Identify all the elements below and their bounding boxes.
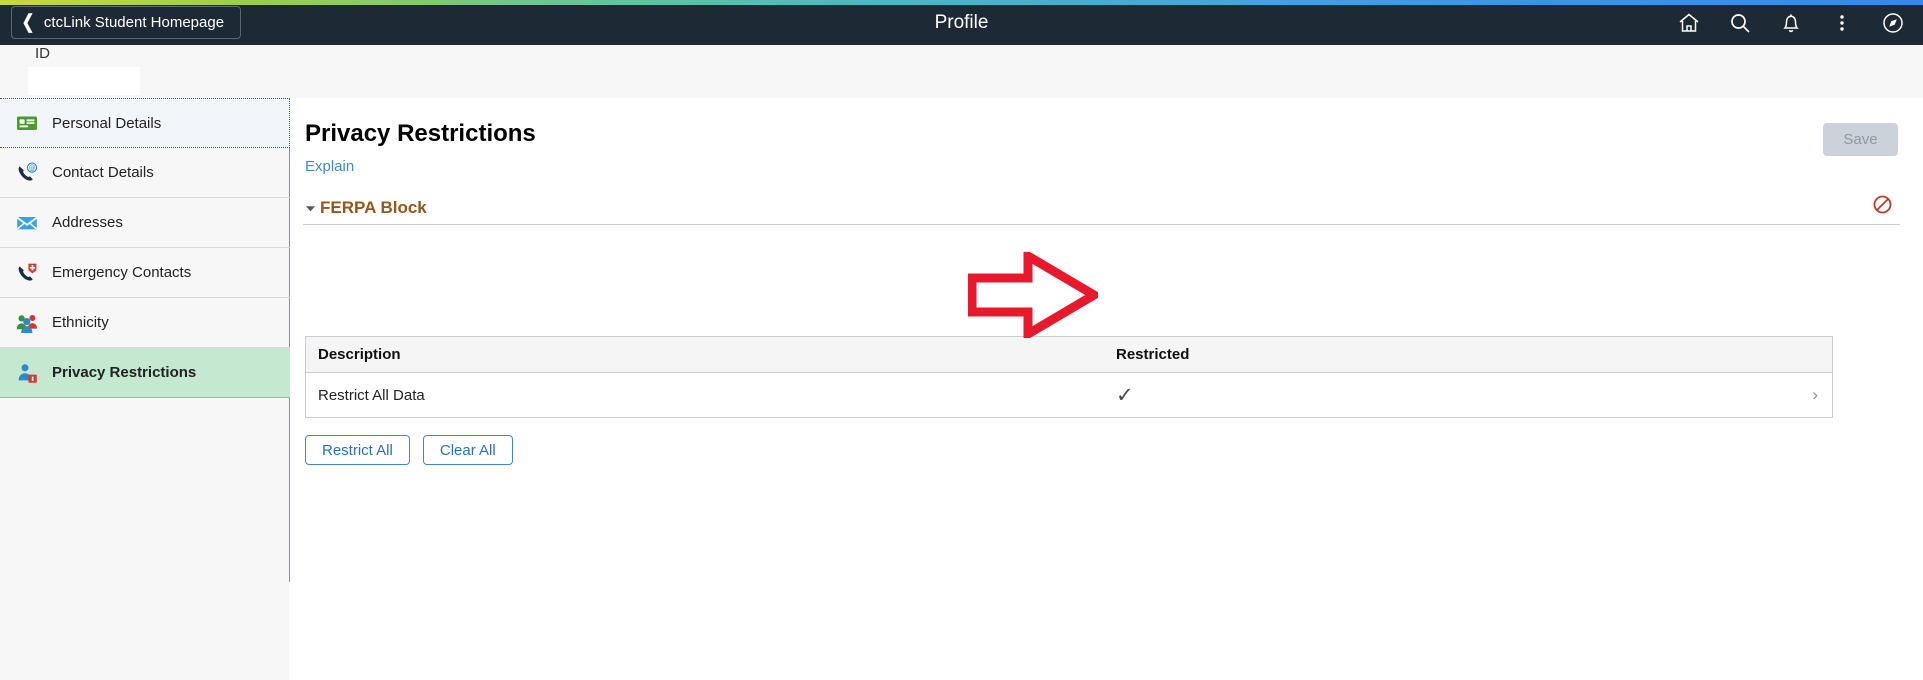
- restricted-checkmark: ✓: [1116, 383, 1134, 407]
- sidebar-item-privacy-restrictions[interactable]: Privacy Restrictions: [0, 348, 290, 398]
- compass-navigator-icon[interactable]: [1880, 10, 1905, 35]
- sidebar-item-label: Contact Details: [52, 164, 154, 181]
- chevron-right-icon[interactable]: ›: [1812, 385, 1818, 405]
- save-button[interactable]: Save: [1823, 123, 1898, 156]
- sidebar-item-label: Ethnicity: [52, 314, 109, 331]
- chevron-left-icon: ❮: [21, 12, 35, 33]
- home-icon[interactable]: [1676, 10, 1701, 35]
- ferpa-section-label[interactable]: FERPA Block: [320, 198, 427, 218]
- id-card-icon: [14, 110, 40, 136]
- sidebar-item-label: Addresses: [52, 214, 123, 231]
- prohibited-icon: [1872, 194, 1894, 216]
- sidebar-item-emergency-contacts[interactable]: Emergency Contacts: [0, 248, 290, 298]
- notifications-bell-icon[interactable]: [1778, 10, 1803, 35]
- action-button-group: Restrict All Clear All: [305, 435, 513, 465]
- phone-medical-icon: [14, 260, 40, 286]
- privacy-restrictions-table: Description Restricted Restrict All Data…: [305, 336, 1833, 418]
- sidebar-item-label: Emergency Contacts: [52, 264, 192, 281]
- search-icon[interactable]: [1727, 10, 1752, 35]
- back-to-homepage-button[interactable]: ❮ ctcLink Student Homepage: [11, 6, 242, 39]
- table-row[interactable]: Restrict All Data ✓ ›: [306, 373, 1832, 417]
- sidebar-item-label: Personal Details: [52, 114, 162, 132]
- sidebar-item-ethnicity[interactable]: Ethnicity: [0, 298, 290, 348]
- people-group-icon: [14, 310, 40, 336]
- id-bar: ID: [0, 45, 1923, 98]
- profile-sidebar-nav: Personal Details @ Contact Details Addre…: [0, 98, 290, 680]
- sidebar-item-personal-details[interactable]: Personal Details: [0, 98, 290, 148]
- sidebar-empty-area: [0, 497, 289, 680]
- envelope-icon: [14, 210, 40, 236]
- cell-restricted: ✓: [1116, 385, 1832, 406]
- page-header-title: Profile: [934, 11, 989, 33]
- id-value-redacted: [28, 67, 140, 95]
- main-content-panel: Privacy Restrictions Explain Save FERPA …: [291, 98, 1923, 582]
- sidebar-item-addresses[interactable]: Addresses: [0, 198, 290, 248]
- page-title: Privacy Restrictions: [305, 120, 536, 147]
- ferpa-section-header: FERPA Block: [303, 195, 1900, 225]
- triangle-down-icon[interactable]: [303, 201, 317, 215]
- column-header-description: Description: [318, 346, 401, 363]
- gradient-accent-bar: [0, 0, 1923, 5]
- cell-description: Restrict All Data: [318, 386, 425, 404]
- column-header-restricted: Restricted: [1116, 346, 1190, 363]
- ferpa-block-section: FERPA Block: [303, 195, 1900, 225]
- sidebar-item-label: Privacy Restrictions: [52, 364, 197, 381]
- id-label: ID: [35, 45, 50, 62]
- svg-text:@: @: [29, 164, 36, 172]
- table-header-row: Description Restricted: [306, 337, 1832, 373]
- header-icon-group: [1676, 0, 1905, 45]
- restrict-all-button[interactable]: Restrict All: [305, 435, 410, 465]
- person-block-icon: [14, 360, 40, 386]
- back-button-label: ctcLink Student Homepage: [43, 14, 225, 31]
- phone-at-icon: @: [14, 160, 40, 186]
- kebab-menu-icon[interactable]: [1829, 10, 1854, 35]
- explain-link[interactable]: Explain: [305, 158, 354, 175]
- sidebar-item-contact-details[interactable]: @ Contact Details: [0, 148, 290, 198]
- clear-all-button[interactable]: Clear All: [422, 435, 513, 465]
- app-header: ❮ ctcLink Student Homepage Profile: [0, 0, 1923, 45]
